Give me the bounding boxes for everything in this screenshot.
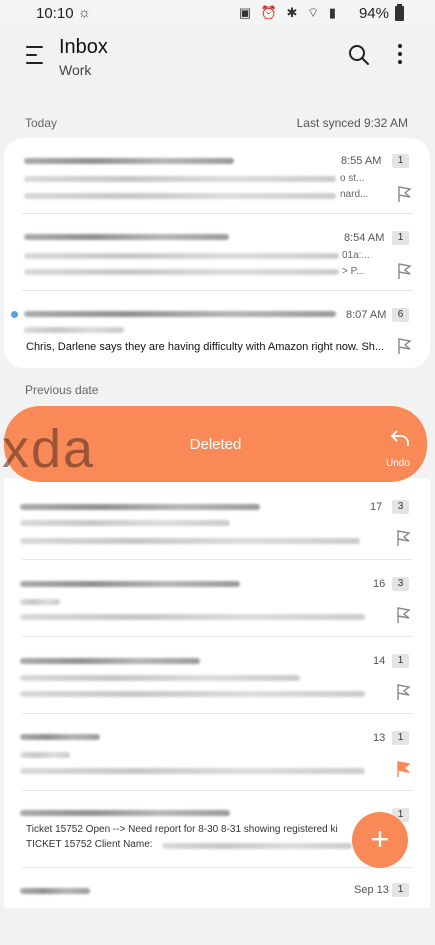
list-item[interactable]: 13 1: [4, 715, 430, 791]
menu-icon[interactable]: [26, 46, 43, 64]
section-previous: Previous date: [25, 383, 99, 397]
flag-icon[interactable]: [397, 262, 413, 280]
status-time: 10:10: [36, 5, 74, 22]
message-preview: Chris, Darlene says they are having diff…: [26, 341, 385, 353]
message-date: 17: [370, 501, 383, 513]
message-tail: 01a:...: [342, 250, 370, 261]
message-preview: Ticket 15752 Open --> Need report for 8-…: [26, 824, 338, 835]
list-item[interactable]: 8:55 AM 1 o st... nard...: [4, 138, 430, 214]
list-item[interactable]: 17 3: [4, 484, 430, 560]
thread-count-badge: 1: [392, 154, 409, 168]
today-card: 8:55 AM 1 o st... nard... 8:54 AM 1 01a:…: [4, 138, 430, 368]
message-time: 8:07 AM: [346, 309, 387, 321]
unread-indicator: [11, 311, 18, 318]
folder-subtitle[interactable]: Work: [59, 62, 91, 78]
thread-count-badge: 1: [392, 231, 409, 245]
message-date: 14: [373, 655, 386, 667]
message-date: 16: [373, 578, 386, 590]
message-tail: o st...: [340, 173, 365, 184]
list-item[interactable]: 8:07 AM 6 Chris, Darlene says they are h…: [4, 292, 430, 368]
message-tail: > P...: [342, 266, 365, 277]
weather-icon: ☼: [78, 4, 91, 20]
message-time: 8:54 AM: [344, 232, 385, 244]
flag-icon[interactable]: [396, 683, 412, 701]
message-date: 13: [373, 732, 386, 744]
last-synced: Last synced 9:32 AM: [296, 116, 408, 130]
flag-icon-active[interactable]: [396, 760, 412, 778]
section-today: Today: [25, 116, 58, 130]
message-tail: nard...: [340, 189, 369, 200]
search-icon[interactable]: [348, 44, 370, 66]
thread-count-badge: 3: [392, 577, 409, 591]
compose-button[interactable]: +: [352, 812, 408, 868]
list-item[interactable]: 14 1: [4, 638, 430, 714]
message-date: Sep 13: [354, 884, 389, 896]
flag-icon[interactable]: [396, 529, 412, 547]
undo-button[interactable]: Undo: [386, 458, 410, 469]
thread-count-badge: 1: [392, 883, 409, 897]
thread-count-badge: 3: [392, 500, 409, 514]
battery-icon: [395, 4, 404, 21]
plus-icon: +: [370, 821, 390, 857]
undo-icon[interactable]: [390, 430, 410, 448]
message-preview: TICKET 15752 Client Name:: [26, 839, 153, 850]
status-bar: 10:10 ☼ ▣ ⏰ ✱ ⌔ ▮ 94%: [0, 0, 435, 28]
list-item[interactable]: 8:54 AM 1 01a:... > P...: [4, 215, 430, 291]
list-item[interactable]: Sep 13 1: [4, 869, 430, 945]
battery-percent: 94%: [358, 5, 389, 22]
more-options-icon[interactable]: [396, 44, 404, 66]
thread-count-badge: 6: [392, 308, 409, 322]
xda-watermark: xda: [2, 419, 96, 479]
status-icons: ▣ ⏰ ✱ ⌔ ▮: [238, 5, 339, 20]
flag-icon[interactable]: [397, 185, 413, 203]
message-time: 8:55 AM: [341, 155, 382, 167]
app-bar: Inbox Work: [0, 28, 435, 92]
flag-icon[interactable]: [396, 606, 412, 624]
list-item[interactable]: 16 3: [4, 561, 430, 637]
thread-count-badge: 1: [392, 654, 409, 668]
flag-icon[interactable]: [397, 337, 413, 355]
page-title: Inbox: [59, 36, 108, 58]
thread-count-badge: 1: [392, 731, 409, 745]
